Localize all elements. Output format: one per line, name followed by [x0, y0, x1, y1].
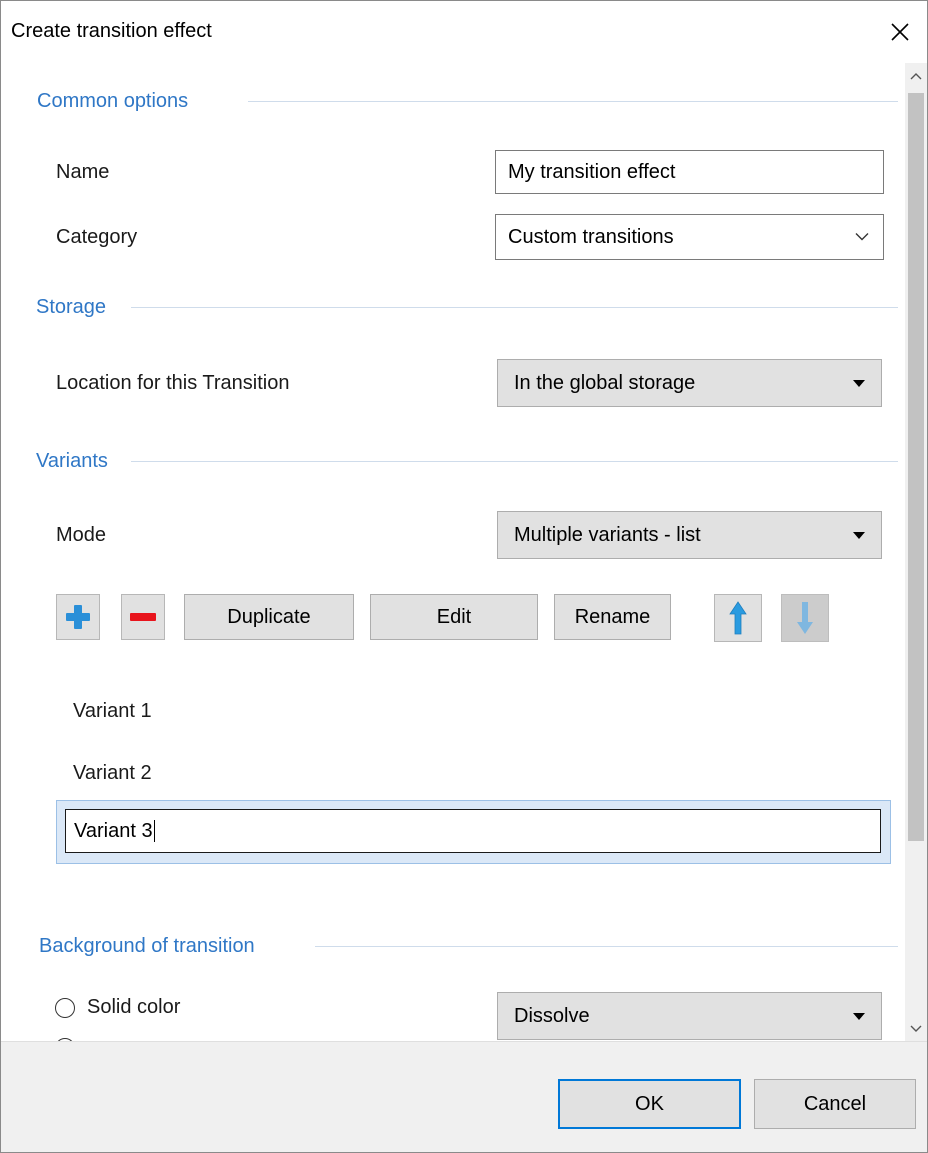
variant-list-item[interactable]: Variant 1: [73, 700, 152, 723]
category-label: Category: [56, 226, 138, 248]
scroll-thumb[interactable]: [908, 93, 924, 841]
variant-list-item[interactable]: Variant 2: [73, 762, 152, 785]
category-value: Custom transitions: [508, 225, 674, 248]
section-divider: [315, 946, 898, 947]
mode-value: Multiple variants - list: [514, 523, 701, 546]
close-icon: [891, 23, 909, 41]
scroll-up-button[interactable]: [905, 65, 927, 87]
minus-icon: [130, 613, 156, 621]
create-transition-dialog: Create transition effect Common options …: [0, 0, 928, 1153]
edit-button[interactable]: Edit: [370, 594, 538, 640]
chevron-down-icon[interactable]: [855, 233, 869, 242]
name-label: Name: [56, 161, 110, 183]
arrow-down-icon: [797, 602, 813, 634]
dropdown-arrow-icon: [853, 1013, 865, 1020]
cancel-button[interactable]: Cancel: [754, 1079, 916, 1129]
variant-rename-input[interactable]: Variant 3: [65, 809, 881, 853]
scrollable-content: Common options Name My transition effect…: [1, 63, 927, 1041]
variant-rename-value: Variant 3: [74, 819, 153, 842]
vertical-scrollbar[interactable]: [905, 63, 927, 1041]
mode-label: Mode: [56, 524, 107, 546]
plus-icon: [66, 605, 90, 629]
duplicate-button[interactable]: Duplicate: [184, 594, 354, 640]
section-divider: [131, 307, 898, 308]
window-title: Create transition effect: [11, 20, 212, 42]
rename-button[interactable]: Rename: [554, 594, 671, 640]
section-title-common: Common options: [37, 90, 189, 112]
close-button[interactable]: [873, 1, 927, 63]
ok-button[interactable]: OK: [558, 1079, 741, 1129]
dropdown-arrow-icon: [853, 532, 865, 539]
title-bar: Create transition effect: [1, 1, 927, 63]
section-divider: [248, 101, 898, 102]
name-input-value: My transition effect: [508, 160, 676, 183]
location-dropdown[interactable]: In the global storage: [497, 359, 882, 407]
radio-button[interactable]: [55, 997, 75, 1018]
dialog-footer: OK Cancel: [1, 1041, 927, 1152]
radio-solid-color[interactable]: Solid color: [55, 996, 180, 1019]
move-up-button[interactable]: [714, 594, 762, 642]
arrow-up-icon: [729, 601, 747, 635]
chevron-up-icon: [910, 73, 922, 80]
location-value: In the global storage: [514, 371, 696, 394]
scroll-down-button[interactable]: [905, 1018, 927, 1040]
remove-variant-button[interactable]: [121, 594, 165, 640]
mode-dropdown[interactable]: Multiple variants - list: [497, 511, 882, 559]
name-input[interactable]: My transition effect: [495, 150, 884, 194]
section-divider: [131, 461, 898, 462]
category-combobox[interactable]: Custom transitions: [495, 214, 884, 260]
location-label: Location for this Transition: [56, 372, 290, 394]
section-title-background: Background of transition: [39, 935, 255, 957]
variant-list-item-selected[interactable]: Variant 3: [56, 800, 891, 864]
background-effect-dropdown[interactable]: Dissolve: [497, 992, 882, 1040]
text-cursor: [153, 820, 155, 842]
section-title-variants: Variants: [36, 450, 108, 472]
dropdown-arrow-icon: [853, 380, 865, 387]
chevron-down-icon: [910, 1025, 922, 1032]
section-title-storage: Storage: [36, 296, 107, 318]
radio-solid-color-label: Solid color: [87, 996, 181, 1018]
background-effect-value: Dissolve: [514, 1004, 590, 1027]
add-variant-button[interactable]: [56, 594, 100, 640]
move-down-button[interactable]: [781, 594, 829, 642]
